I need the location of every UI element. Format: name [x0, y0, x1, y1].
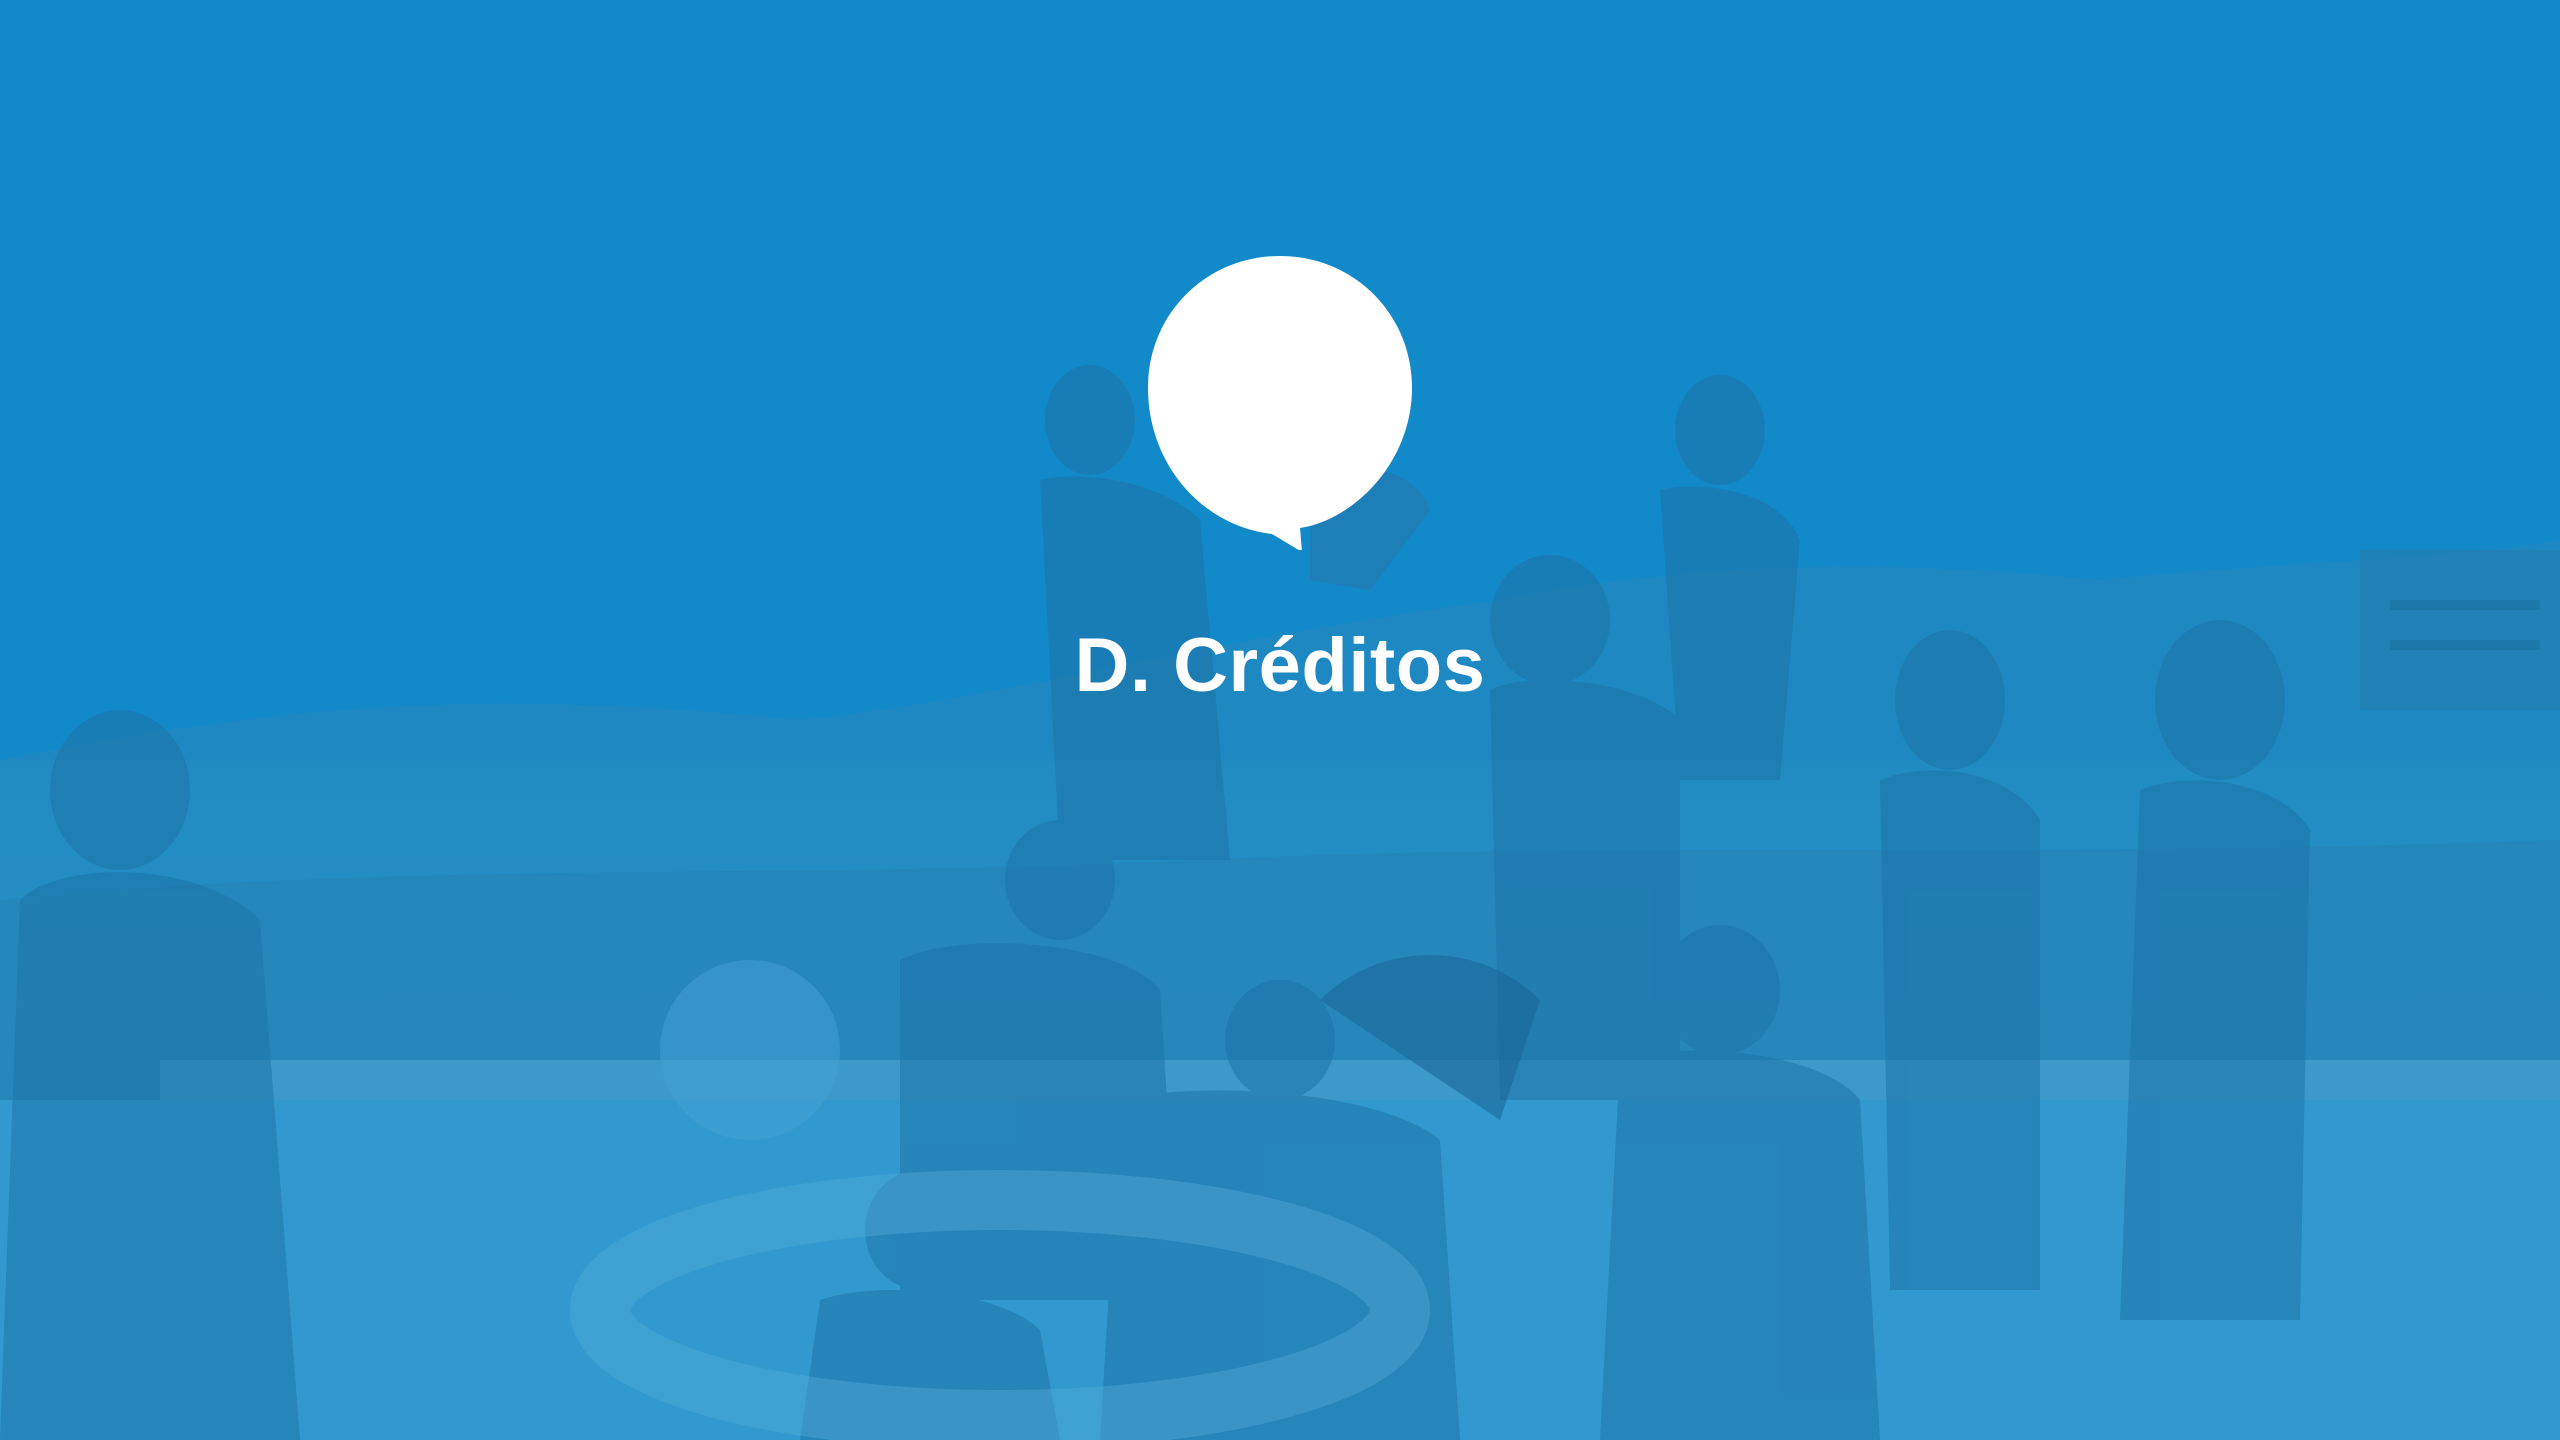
section-slide: D. Créditos	[0, 0, 2560, 1440]
section-title: D. Créditos	[1074, 623, 1486, 708]
speech-bubble-icon	[1148, 256, 1412, 550]
blue-tint-overlay	[0, 0, 2560, 1440]
